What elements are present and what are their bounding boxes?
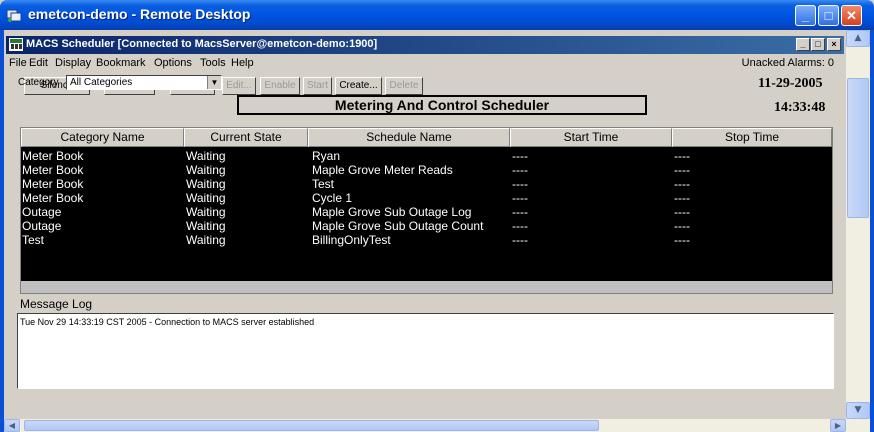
current-date: 11-29-2005	[758, 76, 823, 91]
resize-grip-icon[interactable]	[846, 419, 870, 432]
menu-display[interactable]: Display	[55, 57, 91, 69]
cell-start-time: ----	[512, 149, 528, 163]
cell-stop-time: ----	[674, 191, 690, 205]
cell-schedule: BillingOnlyTest	[312, 233, 391, 247]
cell-state: Waiting	[186, 163, 226, 177]
minimize-button[interactable]: _	[795, 5, 816, 26]
schedule-table: Category Name Current State Schedule Nam…	[20, 127, 833, 294]
cell-category: Test	[22, 233, 45, 247]
message-log[interactable]: Tue Nov 29 14:33:19 CST 2005 - Connectio…	[17, 313, 834, 389]
horizontal-scroll-thumb[interactable]	[24, 420, 599, 431]
menu-bookmark[interactable]: Bookmark	[96, 57, 146, 69]
column-header-stop-time[interactable]: Stop Time	[672, 128, 832, 147]
cell-stop-time: ----	[674, 233, 690, 247]
edit-button[interactable]: Edit...	[222, 77, 256, 95]
cell-state: Waiting	[186, 233, 226, 247]
cell-schedule: Cycle 1	[312, 191, 353, 205]
column-header-start-time[interactable]: Start Time	[510, 128, 672, 147]
message-log-label: Message Log	[20, 297, 93, 311]
page-title: Metering And Control Scheduler	[237, 95, 647, 115]
cell-stop-time: ----	[674, 177, 690, 191]
table-row[interactable]: Meter Book Waiting Ryan ---- ----	[21, 149, 832, 163]
app-title: MACS Scheduler [Connected to MacsServer@…	[26, 38, 378, 50]
start-button[interactable]: Start	[303, 77, 332, 95]
scroll-left-icon[interactable]: ◀	[4, 419, 20, 432]
cell-state: Waiting	[186, 191, 226, 205]
message-log-entry: Tue Nov 29 14:33:19 CST 2005 - Connectio…	[20, 317, 315, 327]
app-minimize-button[interactable]: _	[796, 38, 810, 51]
cell-schedule: Ryan	[312, 149, 341, 163]
cell-stop-time: ----	[674, 219, 690, 233]
app-icon	[9, 38, 23, 51]
menu-tools[interactable]: Tools	[200, 57, 226, 69]
table-row[interactable]: Meter Book Waiting Cycle 1 ---- ----	[21, 191, 832, 205]
scroll-up-icon[interactable]: ▲	[846, 30, 870, 47]
scroll-right-icon[interactable]: ▶	[830, 419, 846, 432]
menu-edit[interactable]: Edit	[29, 57, 48, 69]
cell-category: Meter Book	[22, 149, 84, 163]
cell-schedule: Maple Grove Sub Outage Count	[312, 219, 484, 233]
cell-state: Waiting	[186, 205, 226, 219]
cell-category: Outage	[22, 205, 62, 219]
cell-start-time: ----	[512, 177, 528, 191]
vertical-scroll-thumb[interactable]	[847, 78, 869, 218]
delete-button[interactable]: Delete	[385, 77, 423, 95]
remote-desktop-icon	[6, 9, 22, 22]
category-select[interactable]: All Categories ▼	[66, 75, 222, 90]
column-header-category[interactable]: Category Name	[21, 128, 184, 147]
table-row[interactable]: Outage Waiting Maple Grove Sub Outage Lo…	[21, 205, 832, 219]
remote-desktop-title: emetcon-demo - Remote Desktop	[28, 6, 251, 22]
close-button[interactable]: ✕	[841, 5, 862, 26]
maximize-button[interactable]: □	[818, 5, 839, 26]
app-maximize-button[interactable]: □	[811, 38, 825, 51]
cell-schedule: Maple Grove Sub Outage Log	[312, 205, 472, 219]
category-select-value: All Categories	[70, 77, 133, 88]
chevron-down-icon[interactable]: ▼	[207, 76, 221, 89]
menu-options[interactable]: Options	[154, 57, 192, 69]
table-body: Meter Book Waiting Ryan ---- ---- Meter …	[21, 147, 832, 281]
menu-file[interactable]: File	[9, 57, 27, 69]
app-titlebar[interactable]: MACS Scheduler [Connected to MacsServer@…	[6, 36, 844, 54]
cell-start-time: ----	[512, 191, 528, 205]
cell-stop-time: ----	[674, 163, 690, 177]
cell-category: Meter Book	[22, 163, 84, 177]
cell-stop-time: ----	[674, 205, 690, 219]
cell-category: Meter Book	[22, 177, 84, 191]
current-time: 14:33:48	[774, 100, 826, 115]
cell-start-time: ----	[512, 163, 528, 177]
cell-state: Waiting	[186, 219, 226, 233]
app-close-button[interactable]: ×	[827, 38, 841, 51]
cell-start-time: ----	[512, 205, 528, 219]
menu-help[interactable]: Help	[231, 57, 254, 69]
table-row[interactable]: Outage Waiting Maple Grove Sub Outage Co…	[21, 219, 832, 233]
remote-desktop-titlebar[interactable]: emetcon-demo - Remote Desktop _ □ ✕	[0, 0, 874, 30]
column-header-schedule[interactable]: Schedule Name	[308, 128, 510, 147]
cell-state: Waiting	[186, 177, 226, 191]
cell-category: Meter Book	[22, 191, 84, 205]
table-row[interactable]: Meter Book Waiting Test ---- ----	[21, 177, 832, 191]
vertical-scrollbar[interactable]: ▲ ▼	[846, 30, 870, 419]
cell-start-time: ----	[512, 219, 528, 233]
cell-start-time: ----	[512, 233, 528, 247]
table-header: Category Name Current State Schedule Nam…	[21, 128, 832, 147]
cell-state: Waiting	[186, 149, 226, 163]
table-row[interactable]: Meter Book Waiting Maple Grove Meter Rea…	[21, 163, 832, 177]
table-row[interactable]: Test Waiting BillingOnlyTest ---- ----	[21, 233, 832, 247]
unacked-alarms-status: Unacked Alarms: 0	[741, 57, 834, 69]
menu-bar: File Edit Display Bookmark Options Tools…	[4, 55, 846, 72]
cell-schedule: Maple Grove Meter Reads	[312, 163, 453, 177]
column-header-state[interactable]: Current State	[184, 128, 308, 147]
window-frame-right	[870, 30, 874, 432]
create-button[interactable]: Create...	[335, 77, 382, 95]
cell-schedule: Test	[312, 177, 335, 191]
scroll-down-icon[interactable]: ▼	[846, 402, 870, 419]
category-label: Category	[18, 77, 59, 88]
cell-stop-time: ----	[674, 149, 690, 163]
horizontal-scrollbar[interactable]: ◀ ▶	[4, 419, 846, 432]
enable-button[interactable]: Enable	[260, 77, 300, 95]
cell-category: Outage	[22, 219, 62, 233]
